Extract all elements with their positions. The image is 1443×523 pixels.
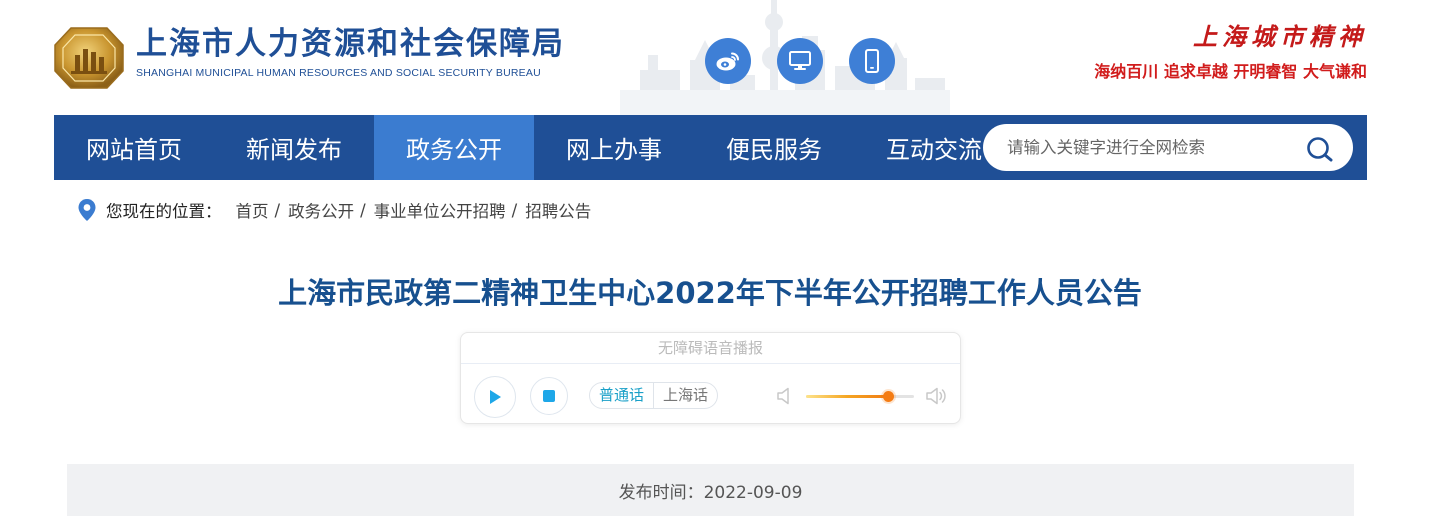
volume-low-icon[interactable] — [776, 386, 792, 406]
city-spirit-slogan: 海纳百川 追求卓越 开明睿智 大气谦和 — [1094, 62, 1367, 81]
breadcrumb-government-affairs[interactable]: 政务公开 — [288, 198, 354, 222]
language-mandarin[interactable]: 普通话 — [590, 383, 653, 408]
breadcrumb-recruitment[interactable]: 事业单位公开招聘 — [374, 198, 506, 222]
language-toggle: 普通话 上海话 — [589, 382, 719, 409]
breadcrumb-separator: / — [274, 200, 281, 220]
main-nav: 网站首页 新闻发布 政务公开 网上办事 便民服务 互动交流 — [54, 115, 1367, 180]
nav-item-online-services[interactable]: 网上办事 — [534, 115, 694, 180]
site-brand[interactable]: 上海市人力资源和社会保障局 SHANGHAI MUNICIPAL HUMAN R… — [136, 26, 565, 79]
nav-item-home[interactable]: 网站首页 — [54, 115, 214, 180]
site-name-cn: 上海市人力资源和社会保障局 — [136, 26, 565, 62]
accessibility-audio-player: 无障碍语音播报 普通话 上海话 — [460, 332, 961, 424]
player-title: 无障碍语音播报 — [461, 333, 960, 364]
site-name-en: SHANGHAI MUNICIPAL HUMAN RESOURCES AND S… — [136, 67, 541, 79]
language-shanghainese[interactable]: 上海话 — [653, 383, 717, 408]
desktop-icon — [789, 51, 811, 70]
city-spirit: 上海城市精神 海纳百川 追求卓越 开明睿智 大气谦和 — [1094, 22, 1367, 82]
breadcrumb-announcement[interactable]: 招聘公告 — [525, 198, 591, 222]
site-header: 上海市人力资源和社会保障局 SHANGHAI MUNICIPAL HUMAN R… — [0, 0, 1443, 115]
nav-item-public-services[interactable]: 便民服务 — [694, 115, 854, 180]
play-icon — [490, 390, 501, 404]
breadcrumb-home[interactable]: 首页 — [236, 198, 269, 222]
breadcrumb-separator: / — [511, 200, 518, 220]
mobile-icon — [865, 49, 879, 73]
breadcrumb: 您现在的位置： 首页 / 政务公开 / 事业单位公开招聘 / 招聘公告 — [77, 198, 591, 222]
bureau-emblem — [54, 27, 124, 89]
desktop-site-button[interactable] — [777, 38, 823, 84]
volume-slider-fill — [806, 395, 889, 398]
article-title: 上海市民政第二精神卫生中心2022年下半年公开招聘工作人员公告 — [278, 276, 1142, 310]
mobile-site-button[interactable] — [849, 38, 895, 84]
publish-time: 发布时间：2022-09-09 — [618, 482, 803, 503]
stop-icon — [543, 390, 555, 402]
city-spirit-title: 上海城市精神 — [1193, 22, 1367, 51]
article-meta-bar: 发布时间：2022-09-09 — [67, 464, 1354, 516]
play-button[interactable] — [474, 376, 516, 418]
nav-item-government-affairs[interactable]: 政务公开 — [374, 115, 534, 180]
search-input[interactable] — [1007, 138, 1297, 157]
stop-button[interactable] — [530, 377, 568, 415]
weibo-button[interactable] — [705, 38, 751, 84]
search-icon[interactable] — [1305, 135, 1335, 163]
breadcrumb-label: 您现在的位置： — [106, 202, 222, 221]
breadcrumb-separator: / — [360, 200, 366, 220]
nav-item-news[interactable]: 新闻发布 — [214, 115, 374, 180]
weibo-icon — [716, 52, 739, 71]
volume-slider-handle[interactable] — [883, 391, 895, 402]
volume-high-icon[interactable] — [925, 386, 947, 406]
search-box — [983, 124, 1353, 171]
volume-slider[interactable] — [806, 391, 914, 402]
location-pin-icon — [78, 199, 96, 221]
